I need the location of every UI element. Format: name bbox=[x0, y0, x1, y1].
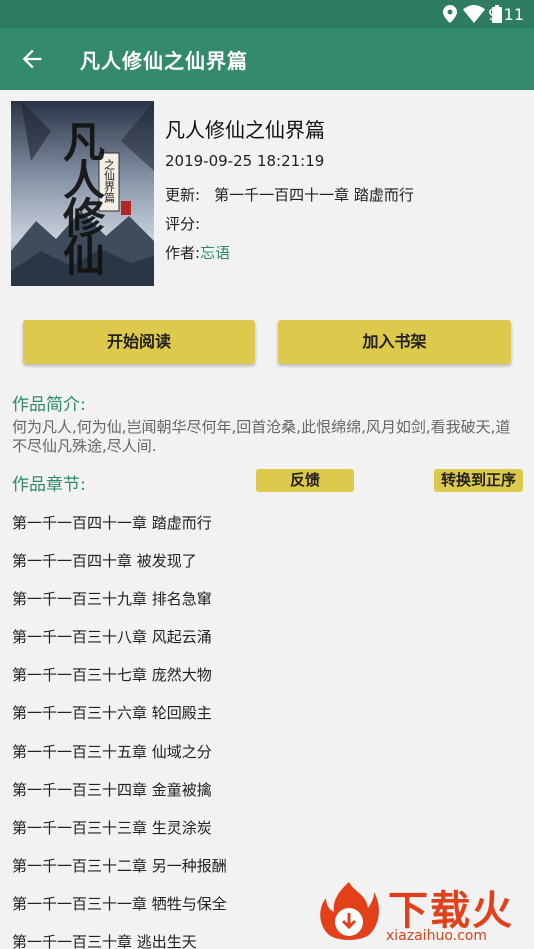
back-arrow-icon[interactable] bbox=[18, 45, 46, 73]
chapter-item[interactable]: 第一千一百三十四章 金童被擒 bbox=[0, 771, 534, 809]
watermark-url: xiazaihuo.com bbox=[386, 928, 487, 944]
author-link[interactable]: 忘语 bbox=[200, 244, 230, 262]
chapter-item[interactable]: 第一千一百三十八章 风起云涌 bbox=[0, 618, 534, 656]
intro-label: 作品简介: bbox=[12, 395, 86, 415]
chapters-label: 作品章节: bbox=[12, 475, 86, 495]
watermark: 下载火 xiazaihuo.com bbox=[312, 876, 534, 949]
latest-update: 更新: 第一千一百四十一章 踏虚而行 bbox=[165, 184, 414, 205]
cover-subtitle-text: 之仙界篇 bbox=[103, 158, 116, 204]
chapter-item[interactable]: 第一千一百三十三章 生灵涂炭 bbox=[0, 809, 534, 847]
book-cover: 凡人修仙 之仙界篇 bbox=[11, 101, 154, 286]
book-title: 凡人修仙之仙界篇 bbox=[165, 118, 325, 142]
author: 作者:忘语 bbox=[165, 242, 230, 263]
flame-logo-icon bbox=[320, 882, 379, 940]
page-title: 凡人修仙之仙界篇 bbox=[80, 49, 248, 73]
chapter-item[interactable]: 第一千一百三十五章 仙域之分 bbox=[0, 733, 534, 771]
chapter-item[interactable]: 第一千一百三十九章 排名急窜 bbox=[0, 580, 534, 618]
rating: 评分: bbox=[165, 215, 201, 233]
location-icon bbox=[443, 5, 457, 23]
cover-title-text: 凡人修仙 bbox=[57, 120, 106, 276]
sort-order-button[interactable]: 转换到正序 bbox=[434, 469, 523, 492]
cover-art: 凡人修仙 之仙界篇 bbox=[11, 101, 154, 286]
chapter-item[interactable]: 第一千一百四十章 被发现了 bbox=[0, 542, 534, 580]
wifi-icon bbox=[463, 5, 485, 23]
book-date: 2019-09-25 18:21:19 bbox=[165, 152, 325, 170]
intro-text: 何为凡人,何为仙,岂闻朝华尽何年,回首沧桑,此恨绵绵,风月如剑,看我破天,道不尽… bbox=[12, 418, 511, 455]
feedback-button[interactable]: 反馈 bbox=[256, 469, 354, 492]
chapter-item[interactable]: 第一千一百三十七章 庞然大物 bbox=[0, 656, 534, 694]
update-value: 第一千一百四十一章 踏虚而行 bbox=[214, 186, 414, 204]
update-label: 更新: bbox=[165, 186, 201, 204]
chapter-item[interactable]: 第一千一百四十一章 踏虚而行 bbox=[0, 504, 534, 542]
status-bar: 9:11 bbox=[0, 0, 534, 28]
start-reading-button[interactable]: 开始阅读 bbox=[23, 320, 255, 364]
status-time: 9:11 bbox=[488, 5, 524, 24]
author-label: 作者: bbox=[165, 244, 201, 262]
add-to-bookshelf-button[interactable]: 加入书架 bbox=[278, 320, 511, 364]
app-bar: 凡人修仙之仙界篇 bbox=[0, 28, 534, 90]
chapter-item[interactable]: 第一千一百三十六章 轮回殿主 bbox=[0, 694, 534, 732]
